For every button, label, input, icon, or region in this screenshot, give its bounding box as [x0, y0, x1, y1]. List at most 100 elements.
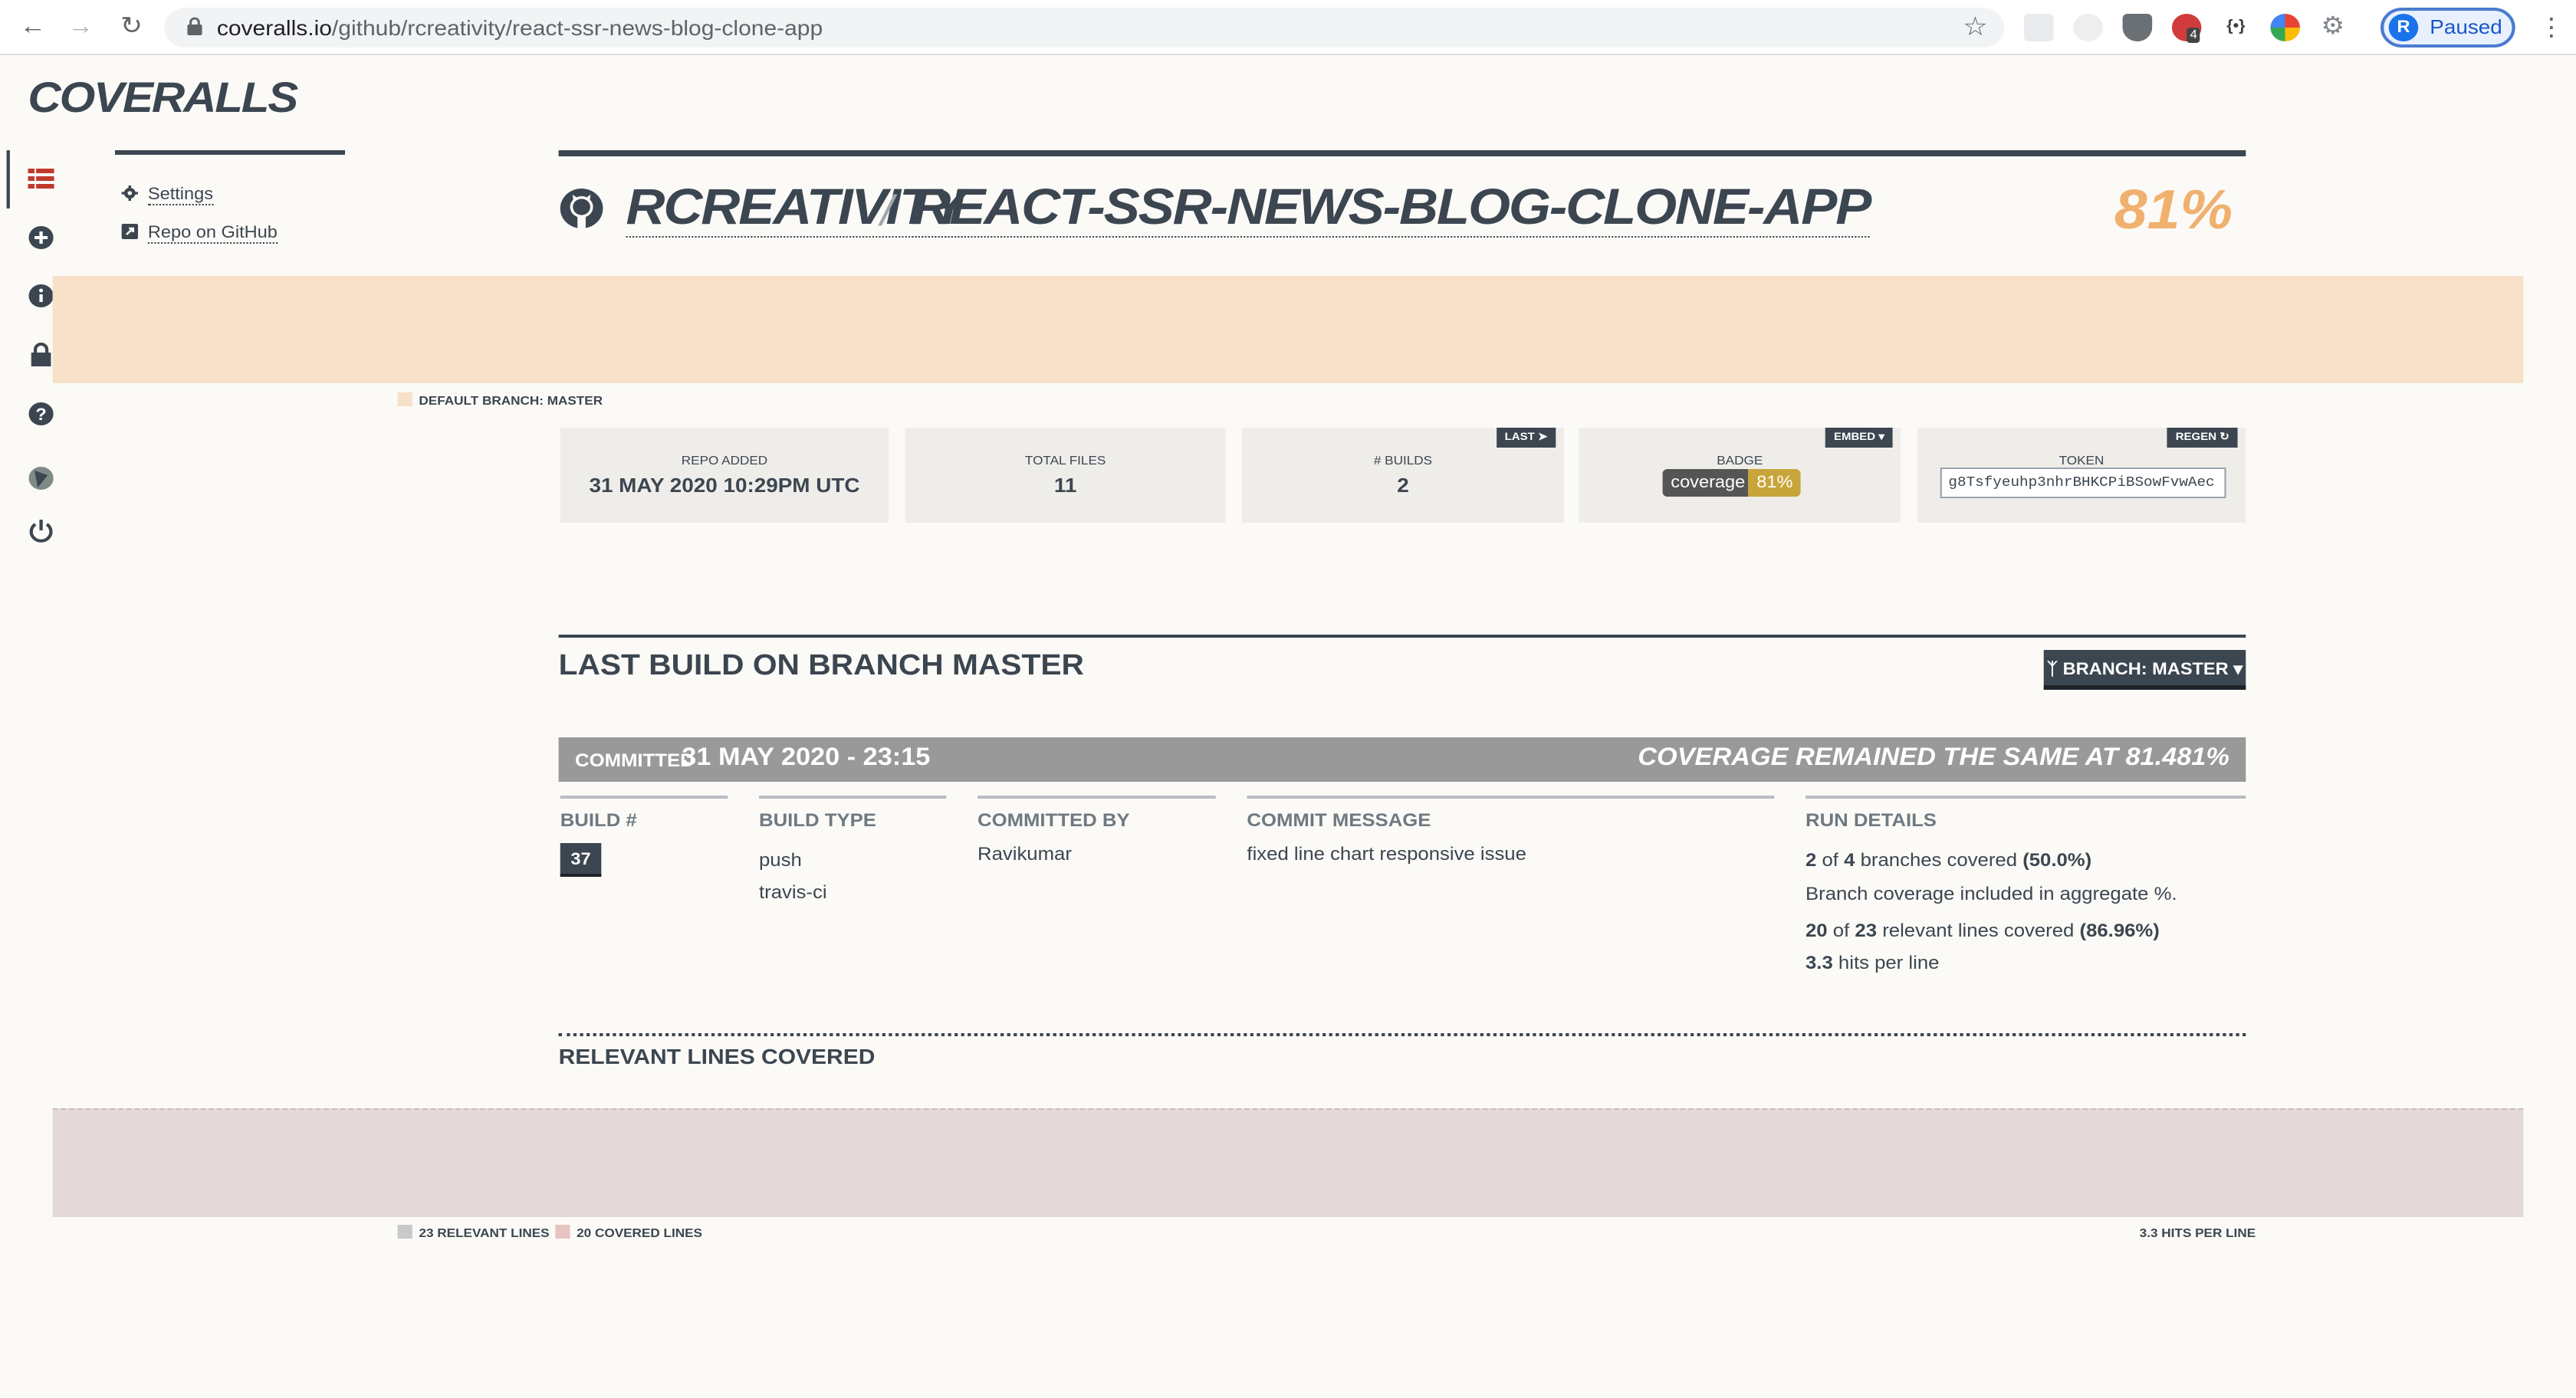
badge-left: coverage: [1662, 469, 1753, 497]
json-extension-icon[interactable]: {•}: [2221, 14, 2251, 41]
total-files-label: TOTAL FILES: [1024, 454, 1106, 468]
regen-button-label: REGEN: [2175, 432, 2217, 443]
info-icon[interactable]: [28, 284, 54, 308]
user-avatar-icon[interactable]: [28, 466, 54, 491]
extension-icon[interactable]: [2073, 14, 2103, 41]
token-card: REGEN ↻ TOKEN g8Tsfyeuhp3nhrBHKCPiBSowFv…: [1917, 428, 2246, 523]
branch-button-label: BRANCH: MASTER: [2062, 661, 2229, 679]
repo-added-card: REPO ADDED 31 MAY 2020 10:29PM UTC: [560, 428, 889, 523]
settings-label: Settings: [147, 185, 214, 205]
build-type-service: travis-ci: [758, 881, 827, 903]
committed-by-value: Ravikumar: [978, 843, 1072, 865]
build-number-column: BUILD # 37: [560, 796, 728, 877]
lock-icon: [187, 17, 202, 35]
repo-added-value: 31 MAY 2020 10:29PM UTC: [589, 474, 860, 497]
of-word: of: [1832, 920, 1850, 941]
total-files-value: 11: [1053, 474, 1077, 497]
branch-note: Branch coverage included in aggregate %.: [1806, 883, 2177, 904]
settings-link[interactable]: Settings: [121, 185, 214, 205]
arrow-right-icon: ➤: [1537, 432, 1548, 443]
url-path: /github/rcreativity/react-ssr-news-blog-…: [331, 15, 823, 40]
covered-lines-label: 20 COVERED LINES: [577, 1226, 703, 1240]
embed-button[interactable]: EMBED ▾: [1825, 428, 1893, 448]
relevant-lines-title: RELEVANT LINES COVERED: [558, 1044, 876, 1068]
legend-swatch: [555, 1225, 570, 1239]
repo-on-github-label: Repo on GitHub: [147, 224, 278, 244]
caret-down-icon: ▾: [1878, 432, 1884, 443]
power-icon[interactable]: [28, 518, 54, 543]
last-build-section: LAST BUILD ON BRANCH MASTER ᛉ BRANCH: MA…: [558, 635, 2246, 690]
add-repo-icon[interactable]: [28, 225, 54, 250]
covered-lines-legend: 20 COVERED LINES: [555, 1225, 702, 1240]
lines-label: relevant lines covered: [1882, 920, 2075, 941]
regen-button[interactable]: REGEN ↻: [2167, 428, 2238, 448]
gear-icon: [121, 185, 138, 201]
reload-icon[interactable]: ↻: [115, 12, 148, 43]
last-build-button[interactable]: LAST ➤: [1496, 428, 1556, 448]
token-label: TOKEN: [2058, 454, 2104, 468]
browser-toolbar: ← → ↻ coveralls.io/github/rcreativity/re…: [0, 0, 2576, 55]
relevant-lines-section: RELEVANT LINES COVERED: [558, 1033, 2246, 1068]
committed-by-column: COMMITTED BY Ravikumar: [978, 796, 1216, 865]
gear-extension-icon[interactable]: ⚙: [2318, 14, 2348, 41]
lock-icon[interactable]: [28, 342, 54, 366]
repo-name-link[interactable]: REACT-SSR-NEWS-BLOG-CLONE-APP: [912, 178, 1871, 238]
shield-extension-icon[interactable]: [2122, 14, 2153, 41]
last-build-button-label: LAST: [1504, 432, 1535, 443]
coverage-graph[interactable]: [52, 276, 2524, 383]
commit-message-value[interactable]: fixed line chart responsive issue: [1247, 843, 1526, 865]
build-number-button[interactable]: 37: [560, 843, 602, 877]
site-logo[interactable]: COVERALLS: [28, 74, 298, 123]
coverage-percent: 81%: [2114, 178, 2233, 241]
of-word: of: [1822, 849, 1838, 871]
repo-side-menu: Settings Repo on GitHub: [115, 150, 345, 244]
commit-message-column: COMMIT MESSAGE fixed line chart responsi…: [1247, 796, 1775, 865]
branches-covered-text: 2 of 4 branches covered (50.0%): [1806, 849, 2091, 871]
coverage-badge[interactable]: coverage 81%: [1662, 469, 1802, 497]
branches-percent: (50.0%): [2022, 849, 2092, 871]
forward-arrow-icon[interactable]: →: [64, 12, 97, 43]
repo-separator: /: [880, 187, 894, 235]
build-type-head: BUILD TYPE: [758, 809, 876, 831]
bookmark-star-icon[interactable]: ☆: [1963, 12, 1988, 43]
address-bar[interactable]: coveralls.io/github/rcreativity/react-ss…: [164, 8, 2005, 48]
committed-by-head: COMMITTED BY: [978, 809, 1130, 831]
hits-label: hits per line: [1838, 952, 1940, 973]
hits-per-line-text: 3.3 hits per line: [1806, 952, 1939, 973]
committed-date: 31 MAY 2020 - 23:15: [682, 745, 931, 771]
github-icon: [560, 189, 603, 228]
build-number-head: BUILD #: [560, 809, 637, 831]
back-arrow-icon[interactable]: ←: [16, 12, 49, 43]
legend-swatch: [397, 392, 412, 406]
extension-icon[interactable]: [2024, 14, 2054, 41]
branches-total-count: 4: [1844, 849, 1855, 871]
commit-bar: COMMITTED 31 MAY 2020 - 23:15 COVERAGE R…: [558, 737, 2246, 782]
repo-on-github-link[interactable]: Repo on GitHub: [121, 224, 278, 244]
url-host: coveralls.io: [216, 15, 332, 40]
profile-chip[interactable]: R Paused: [2380, 8, 2515, 48]
help-icon[interactable]: ?: [28, 402, 54, 426]
token-field[interactable]: g8Tsfyeuhp3nhrBHKCPiBSowFvwAec: [1940, 468, 2226, 498]
branch-icon: ᛉ: [2046, 661, 2058, 679]
embed-button-label: EMBED: [1833, 432, 1876, 443]
repo-header: RCREATIVITY / REACT-SSR-NEWS-BLOG-CLONE-…: [558, 150, 2246, 241]
last-build-title: LAST BUILD ON BRANCH MASTER: [558, 650, 1084, 682]
repos-list-icon[interactable]: [28, 167, 54, 192]
lines-graph[interactable]: [52, 1108, 2524, 1217]
browser-menu-icon[interactable]: ⋮: [2538, 12, 2564, 43]
builds-card: LAST ➤ # BUILDS 2: [1242, 428, 1564, 523]
build-type-column: BUILD TYPE push travis-ci: [758, 796, 947, 903]
branches-covered-count: 2: [1806, 849, 1817, 871]
avatar: R: [2388, 14, 2419, 41]
color-extension-icon[interactable]: [2270, 14, 2300, 41]
default-branch-legend: DEFAULT BRANCH: MASTER: [397, 392, 603, 408]
caret-down-icon: ▾: [2233, 661, 2243, 679]
hits-per-line-legend: 3.3 HITS PER LINE: [2139, 1226, 2256, 1240]
committed-label: COMMITTED: [575, 750, 695, 771]
coverage-status: COVERAGE REMAINED THE SAME AT 81.481%: [1638, 745, 2229, 771]
branch-dropdown-button[interactable]: ᛉ BRANCH: MASTER ▾: [2043, 650, 2246, 690]
svg-text:?: ?: [35, 405, 46, 424]
badge-right: 81%: [1748, 469, 1802, 497]
legend-swatch: [397, 1225, 412, 1239]
ublock-extension-icon[interactable]: 4: [2171, 14, 2202, 43]
